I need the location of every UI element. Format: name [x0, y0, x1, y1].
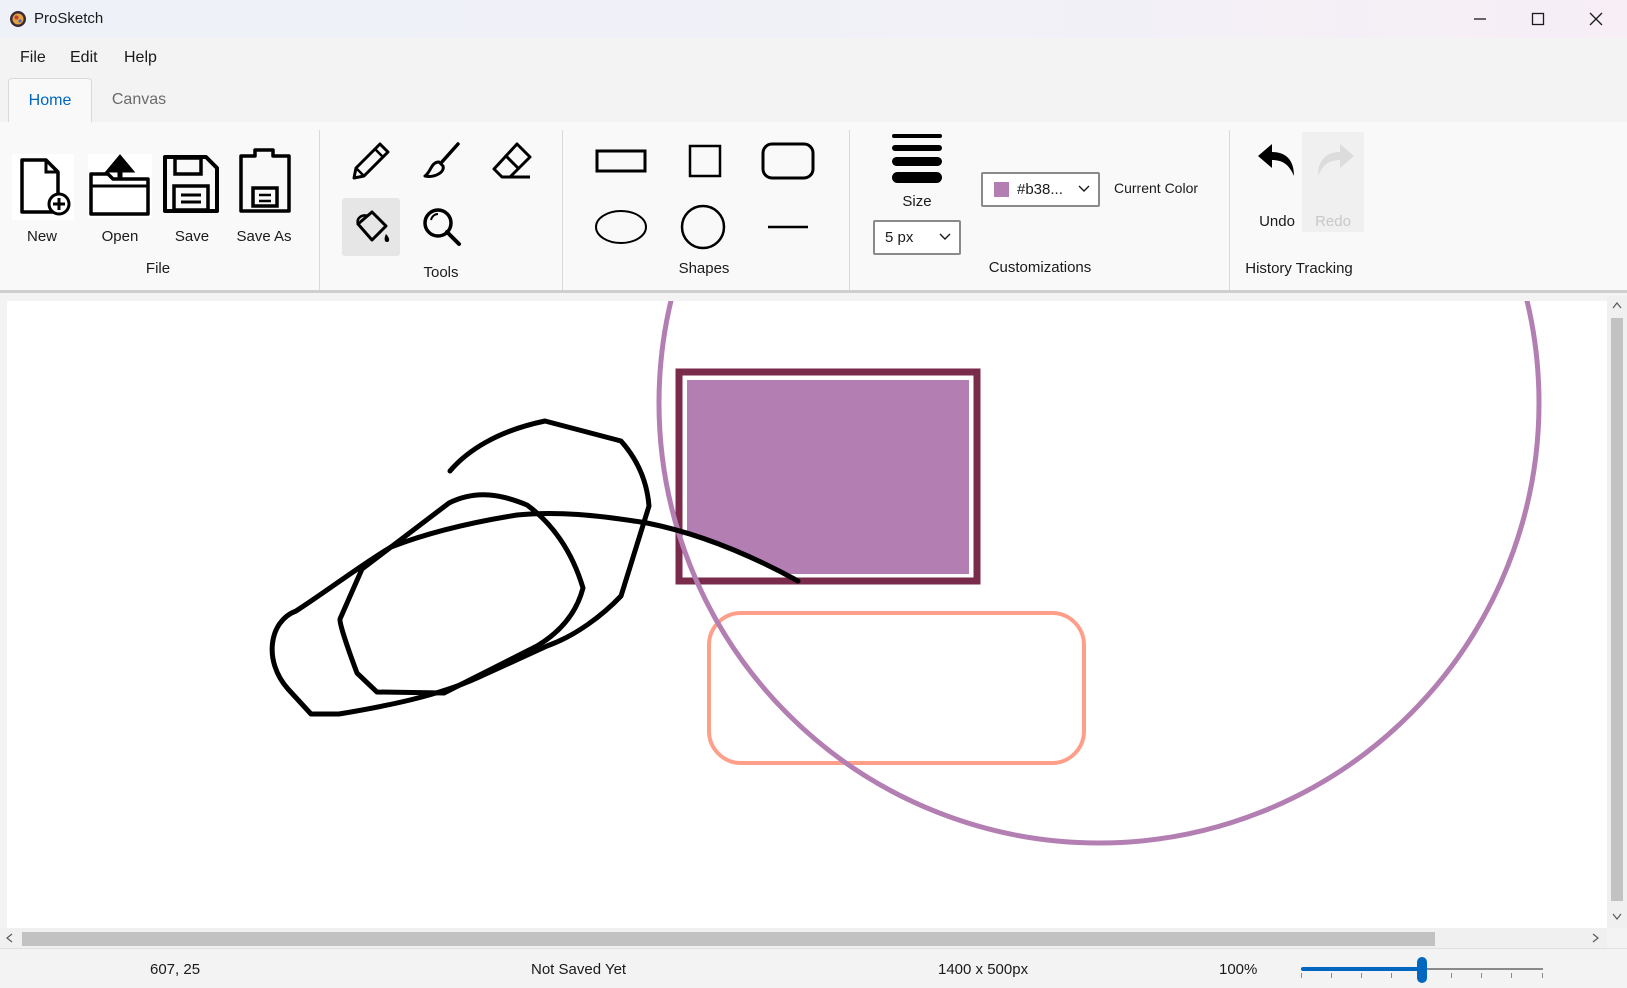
- menu-help[interactable]: Help: [124, 49, 157, 67]
- brush-icon: [423, 142, 460, 178]
- minimize-icon: [1474, 18, 1486, 20]
- save-as-button[interactable]: Save As: [230, 134, 298, 245]
- size-dropdown-value: 5 px: [885, 229, 914, 246]
- ellipse-shape-tool[interactable]: [590, 198, 652, 256]
- save-as-icon: [239, 148, 291, 213]
- zoom-level: 100%: [1219, 961, 1258, 978]
- save-label: Save: [174, 228, 210, 245]
- scroll-left-icon[interactable]: [6, 933, 13, 943]
- rounded-rectangle-shape-tool[interactable]: [759, 132, 817, 190]
- scroll-right-icon[interactable]: [1592, 933, 1599, 943]
- maximize-button[interactable]: [1509, 0, 1567, 38]
- drawing-canvas[interactable]: [7, 301, 1607, 928]
- tab-canvas[interactable]: Canvas: [96, 78, 182, 122]
- redo-arrow-icon: [1318, 144, 1354, 176]
- circle-shape-tool[interactable]: [674, 198, 732, 256]
- vertical-scroll-thumb[interactable]: [1611, 318, 1623, 901]
- tools-group-label: Tools: [423, 264, 459, 281]
- pencil-icon: [352, 142, 390, 180]
- undo-arrow-icon: [1258, 144, 1294, 176]
- zoom-slider[interactable]: [1301, 957, 1543, 983]
- fill-tool[interactable]: [342, 198, 400, 256]
- status-bar: 607, 25 Not Saved Yet 1400 x 500px 100%: [0, 948, 1627, 988]
- title-bar: ProSketch: [0, 0, 1627, 38]
- menu-edit[interactable]: Edit: [70, 49, 98, 67]
- redo-label: Redo: [1315, 213, 1351, 230]
- open-folder-icon: [88, 154, 152, 218]
- open-label: Open: [101, 228, 139, 245]
- new-file-icon: [12, 154, 74, 220]
- minimize-button[interactable]: [1451, 0, 1509, 38]
- new-label: New: [26, 228, 57, 245]
- zoom-tool[interactable]: [413, 198, 471, 256]
- customizations-group-label: Customizations: [988, 259, 1092, 276]
- cursor-position: 607, 25: [150, 961, 201, 978]
- file-group-label: File: [145, 260, 171, 277]
- shapes-group-label: Shapes: [678, 260, 730, 277]
- ellipse-icon: [595, 210, 647, 244]
- zoom-slider-fill: [1301, 967, 1422, 971]
- menu-bar: File Edit Help: [0, 38, 1627, 76]
- window-title: ProSketch: [34, 10, 104, 27]
- ribbon-tab-bar: Home Canvas: [0, 76, 1627, 124]
- redo-button[interactable]: Redo: [1302, 132, 1364, 232]
- color-dropdown[interactable]: #b38...: [981, 172, 1100, 207]
- pencil-tool[interactable]: [342, 132, 400, 190]
- current-color-label: Current Color: [1114, 180, 1199, 196]
- canvas-dimensions: 1400 x 500px: [938, 961, 1029, 978]
- menu-file[interactable]: File: [20, 49, 46, 67]
- save-button[interactable]: Save: [158, 134, 226, 245]
- eraser-icon: [492, 142, 532, 179]
- chevron-down-icon: [939, 233, 951, 240]
- square-shape-tool[interactable]: [676, 132, 734, 190]
- line-icon: [768, 225, 808, 229]
- close-button[interactable]: [1567, 0, 1625, 38]
- save-as-label: Save As: [236, 228, 292, 245]
- magnifier-icon: [423, 208, 461, 246]
- history-group-label: History Tracking: [1245, 260, 1353, 277]
- color-swatch: [994, 182, 1009, 197]
- zoom-slider-thumb[interactable]: [1417, 957, 1427, 983]
- line-shape-tool[interactable]: [759, 198, 817, 256]
- canvas-drawing: [269, 301, 1542, 846]
- new-button[interactable]: New: [8, 134, 76, 245]
- horizontal-scrollbar[interactable]: [0, 928, 1607, 948]
- circle-icon: [680, 204, 726, 250]
- tab-home[interactable]: Home: [8, 78, 92, 124]
- ribbon: New Open Save Save As File Tools Shapes …: [0, 122, 1627, 293]
- color-dropdown-value: #b38...: [1017, 181, 1063, 198]
- undo-button[interactable]: Undo: [1244, 132, 1310, 232]
- save-disk-icon: [163, 155, 219, 213]
- size-label: Size: [902, 193, 932, 210]
- save-status: Not Saved Yet: [531, 961, 627, 978]
- rectangle-shape-tool[interactable]: [590, 132, 652, 190]
- app-logo-icon: [10, 11, 26, 27]
- square-icon: [688, 144, 722, 178]
- brush-tool[interactable]: [413, 132, 471, 190]
- rounded-rectangle-icon: [761, 142, 815, 180]
- scroll-up-icon[interactable]: [1612, 302, 1622, 309]
- undo-label: Undo: [1259, 213, 1295, 230]
- horizontal-scroll-thumb[interactable]: [22, 932, 1435, 946]
- eraser-tool[interactable]: [483, 132, 541, 190]
- rectangle-fill-area: [687, 380, 969, 574]
- paint-bucket-icon: [356, 210, 390, 242]
- rectangle-icon: [595, 149, 647, 173]
- open-button[interactable]: Open: [86, 134, 154, 245]
- close-icon: [1589, 12, 1603, 26]
- size-dropdown[interactable]: 5 px: [873, 220, 961, 255]
- line-thickness-icon: [892, 134, 942, 183]
- maximize-icon: [1531, 12, 1545, 26]
- vertical-scrollbar[interactable]: [1607, 296, 1627, 928]
- chevron-down-icon: [1078, 185, 1090, 192]
- scroll-down-icon[interactable]: [1612, 913, 1622, 920]
